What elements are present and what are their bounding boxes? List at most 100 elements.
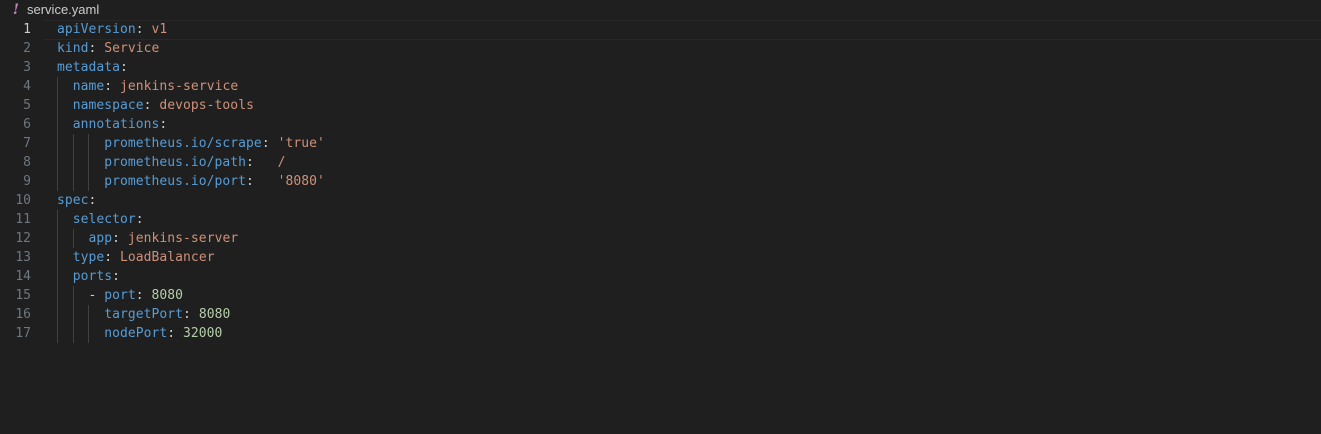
code-line[interactable]: 2 kind: Service — [0, 39, 1321, 58]
code-line[interactable]: 16 targetPort: 8080 — [0, 305, 1321, 324]
indent-guide — [73, 286, 74, 343]
yaml-value: '8080' — [277, 174, 325, 189]
yaml-separator: : — [246, 174, 278, 189]
yaml-value: Service — [104, 41, 160, 56]
code-line[interactable]: 12 app: jenkins-server — [0, 229, 1321, 248]
line-number: 1 — [23, 22, 31, 37]
yaml-separator: : — [159, 117, 168, 132]
code-text: metadata: — [57, 58, 128, 77]
code-text: type: LoadBalancer — [57, 248, 215, 267]
yaml-separator: : — [135, 288, 152, 303]
code-line[interactable]: 11 selector: — [0, 210, 1321, 229]
code-line[interactable]: 10 spec: — [0, 191, 1321, 210]
code-line[interactable]: 9 prometheus.io/port: '8080' — [0, 172, 1321, 191]
code-text: apiVersion: v1 — [57, 20, 167, 39]
code-line[interactable]: 15 - port: 8080 — [0, 286, 1321, 305]
yaml-separator: : — [112, 269, 121, 284]
indent-guide — [88, 134, 89, 191]
yaml-key: apiVersion — [57, 22, 136, 37]
code-text: prometheus.io/scrape: 'true' — [57, 134, 325, 153]
tab-filename[interactable]: service.yaml — [27, 1, 99, 19]
line-number: 13 — [15, 250, 31, 265]
line-number: 4 — [23, 79, 31, 94]
yaml-value: 8080 — [198, 307, 231, 322]
line-number: 16 — [15, 307, 31, 322]
line-number: 3 — [23, 60, 31, 75]
code-line[interactable]: 5 namespace: devops-tools — [0, 96, 1321, 115]
yaml-key: nodePort — [104, 326, 168, 341]
code-text: name: jenkins-service — [57, 77, 238, 96]
code-text: prometheus.io/port: '8080' — [57, 172, 325, 191]
yaml-separator: : — [246, 155, 278, 170]
line-number: 9 — [23, 174, 31, 189]
yaml-separator: : — [88, 41, 105, 56]
yaml-value: jenkins-server — [127, 231, 239, 246]
code-text: app: jenkins-server — [57, 229, 239, 248]
code-text: targetPort: 8080 — [57, 305, 230, 324]
yaml-key: prometheus.io/path — [104, 155, 247, 170]
yaml-separator: : — [88, 193, 97, 208]
line-number: 5 — [23, 98, 31, 113]
code-text: namespace: devops-tools — [57, 96, 254, 115]
code-line[interactable]: 14 ports: — [0, 267, 1321, 286]
yaml-value: LoadBalancer — [120, 250, 215, 265]
yaml-key: prometheus.io/scrape — [104, 136, 262, 151]
code-text: kind: Service — [57, 39, 159, 58]
indent-guide — [88, 305, 89, 343]
yaml-key: spec — [57, 193, 89, 208]
yaml-key: selector — [72, 212, 136, 227]
code-line[interactable]: 8 prometheus.io/path: / — [0, 153, 1321, 172]
line-number: 7 — [23, 136, 31, 151]
code-text: prometheus.io/path: / — [57, 153, 285, 172]
yaml-key: ports — [72, 269, 113, 284]
yaml-separator: : — [135, 212, 144, 227]
code-text: annotations: — [57, 115, 167, 134]
code-text: spec: — [57, 191, 96, 210]
indent: - — [57, 288, 105, 303]
yaml-value: 8080 — [151, 288, 184, 303]
yaml-key: port — [104, 288, 136, 303]
line-number: 6 — [23, 117, 31, 132]
code-text: selector: — [57, 210, 144, 229]
code-text: - port: 8080 — [57, 286, 184, 305]
yaml-key: kind — [57, 41, 89, 56]
yaml-separator: : — [112, 231, 128, 246]
code-text: nodePort: 32000 — [57, 324, 222, 343]
yaml-key: name — [72, 79, 105, 94]
yaml-value: 32000 — [183, 326, 223, 341]
code-line[interactable]: 3 metadata: — [0, 58, 1321, 77]
code-line[interactable]: 7 prometheus.io/scrape: 'true' — [0, 134, 1321, 153]
code-line[interactable]: 1 apiVersion: v1 — [0, 20, 1321, 40]
code-line[interactable]: 13 type: LoadBalancer — [0, 248, 1321, 267]
yaml-exclamation-icon: ! — [12, 2, 20, 18]
yaml-separator: : — [143, 98, 160, 113]
code-editor[interactable]: 1 apiVersion: v1 2 kind: Service 3 metadata: 4… — [0, 20, 1321, 434]
code-line[interactable]: 17 nodePort: 32000 — [0, 324, 1321, 343]
line-number: 15 — [15, 288, 31, 303]
yaml-value: v1 — [151, 22, 168, 37]
line-number: 10 — [15, 193, 31, 208]
yaml-key: prometheus.io/port — [104, 174, 247, 189]
code-line[interactable]: 4 name: jenkins-service — [0, 77, 1321, 96]
code-line[interactable]: 6 annotations: — [0, 115, 1321, 134]
yaml-key: targetPort — [104, 307, 184, 322]
line-number: 14 — [15, 269, 31, 284]
indent-guide — [73, 229, 74, 248]
yaml-key: namespace — [72, 98, 144, 113]
line-number: 12 — [15, 231, 31, 246]
yaml-separator: : — [135, 22, 152, 37]
indent-guide — [73, 134, 74, 191]
yaml-key: metadata — [57, 60, 121, 75]
yaml-key: app — [88, 231, 113, 246]
yaml-separator: : — [104, 250, 121, 265]
line-number: 11 — [15, 212, 31, 227]
line-number: 2 — [23, 41, 31, 56]
